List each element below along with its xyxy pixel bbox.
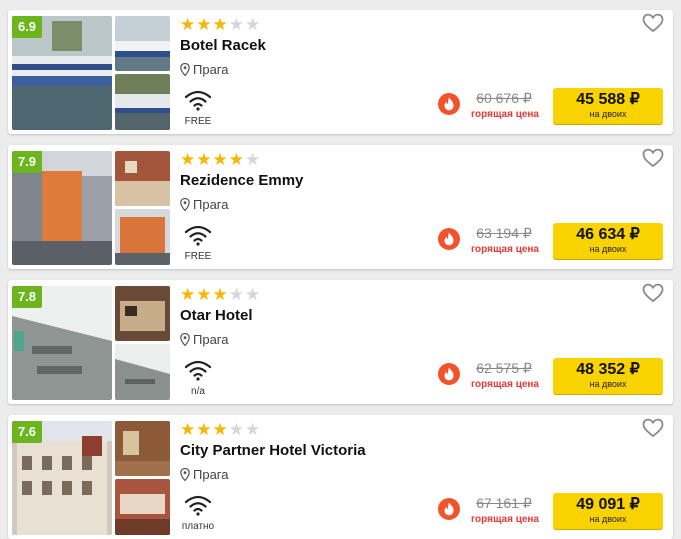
star-icon: ★	[228, 285, 245, 304]
star-icon: ★	[196, 15, 213, 34]
hotel-card[interactable]: 7.8 ★★★★★ Otar Hotel Прага n/a 62 575 ₽	[8, 280, 673, 404]
star-icon: ★	[196, 285, 213, 304]
star-icon: ★	[245, 150, 262, 169]
price-value: 48 352 ₽	[576, 361, 640, 378]
fire-icon	[438, 498, 460, 520]
star-icon: ★	[212, 420, 229, 439]
rating-badge: 7.6	[12, 421, 42, 443]
price-note: на двоих	[589, 514, 627, 524]
wifi-icon	[184, 495, 212, 516]
price-note: на двоих	[589, 244, 627, 254]
hotel-thumb-photo[interactable]	[115, 209, 170, 265]
wifi-icon	[184, 360, 212, 381]
star-icon: ★	[196, 420, 213, 439]
star-icon: ★	[196, 150, 213, 169]
map-pin-icon	[180, 198, 190, 211]
hotel-thumb-photo[interactable]	[115, 74, 170, 130]
hotel-location: Прага	[180, 62, 229, 78]
map-pin-icon	[180, 63, 190, 76]
wifi-icon	[184, 225, 212, 246]
wifi-status: FREE	[184, 251, 212, 262]
star-icon: ★	[245, 420, 262, 439]
hotel-list: 6.9 ★★★★★ Botel Racek Прага FREE 60 676 …	[0, 0, 681, 539]
old-price: 60 676 ₽	[476, 90, 532, 106]
hotel-thumb-photo[interactable]	[115, 286, 170, 341]
star-icon: ★	[228, 150, 245, 169]
star-rating: ★★★★★	[180, 286, 261, 304]
map-pin-icon	[180, 468, 190, 481]
hotel-card[interactable]: 6.9 ★★★★★ Botel Racek Прага FREE 60 676 …	[8, 10, 673, 134]
price-button[interactable]: 49 091 ₽ на двоих	[553, 493, 663, 529]
map-pin-icon	[180, 333, 190, 346]
star-icon: ★	[228, 15, 245, 34]
star-icon: ★	[228, 420, 245, 439]
price-value: 45 588 ₽	[576, 91, 640, 108]
city-label: Прага	[193, 332, 229, 347]
star-icon: ★	[180, 150, 197, 169]
hotel-thumb-photo[interactable]	[115, 479, 170, 535]
heart-icon[interactable]	[642, 418, 664, 438]
price-note: на двоих	[589, 379, 627, 389]
rating-badge: 6.9	[12, 16, 42, 38]
star-icon: ★	[212, 15, 229, 34]
star-rating: ★★★★★	[180, 16, 261, 34]
wifi-status: FREE	[184, 116, 212, 127]
heart-icon[interactable]	[642, 148, 664, 168]
price-value: 46 634 ₽	[576, 226, 640, 243]
star-rating: ★★★★★	[180, 151, 261, 169]
hotel-location: Прага	[180, 197, 229, 213]
hot-price-label: горящая цена	[471, 244, 539, 255]
rating-badge: 7.8	[12, 286, 42, 308]
old-price: 67 161 ₽	[476, 495, 532, 511]
hotel-name[interactable]: Botel Racek	[180, 37, 266, 54]
hotel-name[interactable]: Otar Hotel	[180, 307, 253, 324]
star-icon: ★	[212, 150, 229, 169]
city-label: Прага	[193, 62, 229, 77]
hotel-thumb-photo[interactable]	[115, 16, 170, 71]
star-icon: ★	[212, 285, 229, 304]
star-rating: ★★★★★	[180, 421, 261, 439]
fire-icon	[438, 228, 460, 250]
hot-price-label: горящая цена	[471, 514, 539, 525]
heart-icon[interactable]	[642, 13, 664, 33]
hot-price-label: горящая цена	[471, 109, 539, 120]
star-icon: ★	[245, 285, 262, 304]
old-price: 63 194 ₽	[476, 225, 532, 241]
rating-badge: 7.9	[12, 151, 42, 173]
hotel-name[interactable]: City Partner Hotel Victoria	[180, 442, 366, 459]
price-button[interactable]: 46 634 ₽ на двоих	[553, 223, 663, 259]
city-label: Прага	[193, 197, 229, 212]
hotel-card[interactable]: 7.6 ★★★★★ City Partner Hotel Victoria Пр…	[8, 415, 673, 539]
star-icon: ★	[180, 285, 197, 304]
hotel-location: Прага	[180, 332, 229, 348]
heart-icon[interactable]	[642, 283, 664, 303]
wifi-status: n/a	[191, 386, 205, 397]
hotel-card[interactable]: 7.9 ★★★★★ Rezidence Emmy Прага FREE 63 1…	[8, 145, 673, 269]
price-value: 49 091 ₽	[576, 496, 640, 513]
price-note: на двоих	[589, 109, 627, 119]
old-price: 62 575 ₽	[476, 360, 532, 376]
price-button[interactable]: 48 352 ₽ на двоих	[553, 358, 663, 394]
fire-icon	[438, 363, 460, 385]
hotel-thumb-photo[interactable]	[115, 421, 170, 476]
hotel-thumb-photo[interactable]	[115, 344, 170, 400]
hotel-thumb-photo[interactable]	[115, 151, 170, 206]
wifi-icon	[184, 90, 212, 111]
hot-price-label: горящая цена	[471, 379, 539, 390]
star-icon: ★	[180, 15, 197, 34]
star-icon: ★	[180, 420, 197, 439]
star-icon: ★	[245, 15, 262, 34]
hotel-location: Прага	[180, 467, 229, 483]
price-button[interactable]: 45 588 ₽ на двоих	[553, 88, 663, 124]
fire-icon	[438, 93, 460, 115]
wifi-status: платно	[181, 521, 215, 532]
hotel-name[interactable]: Rezidence Emmy	[180, 172, 303, 189]
city-label: Прага	[193, 467, 229, 482]
